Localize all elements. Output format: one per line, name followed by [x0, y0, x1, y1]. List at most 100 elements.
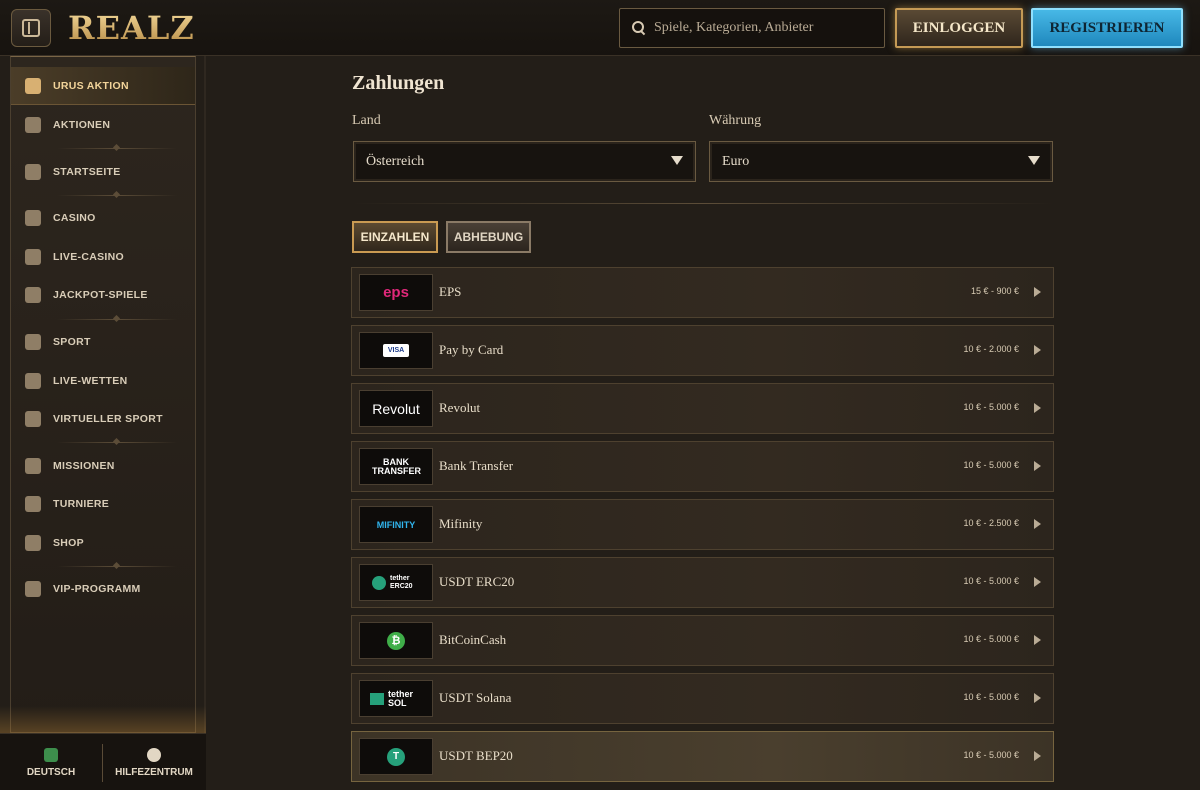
tether-icon: T	[387, 747, 405, 766]
visa-logo-text: VISA	[382, 344, 410, 357]
mifinity-logo: MIFINITY	[359, 506, 433, 543]
sidebar-item-virtueller-sport[interactable]: VIRTUELLER SPORT	[11, 400, 195, 438]
slot-machine-icon	[25, 210, 41, 226]
sidebar-item-startseite[interactable]: STARTSEITE	[11, 153, 195, 191]
sidebar-nav: URUS AKTION AKTIONEN STARTSEITE CASINO L…	[10, 56, 196, 733]
tether-bep20-logo: T	[359, 738, 433, 775]
sidebar-item-aktionen[interactable]: AKTIONEN	[11, 106, 195, 144]
payment-method-row[interactable]: ₿ BitCoinCash 10 € - 5.000 €	[351, 615, 1054, 666]
revolut-logo-text: Revolut	[372, 400, 420, 417]
payments-panel: Zahlungen Land Österreich Währung Euro E…	[206, 56, 1200, 790]
payment-method-row[interactable]: eps EPS 15 € - 900 €	[351, 267, 1054, 318]
language-label: DEUTSCH	[26, 767, 76, 778]
card-logo: VISA	[359, 332, 433, 369]
sidebar-item-turniere[interactable]: TURNIERE	[11, 485, 195, 523]
tab-withdrawal[interactable]: ABHEBUNG	[446, 221, 531, 253]
tether-erc20-logo: tether ERC20	[359, 564, 433, 601]
sidebar-item-live-wetten[interactable]: LIVE-WETTEN	[11, 362, 195, 400]
chevron-right-icon	[1034, 577, 1041, 587]
site-logo[interactable]: REALZ	[68, 10, 195, 46]
chevron-right-icon	[1034, 519, 1041, 529]
payment-method-row[interactable]: Revolut Revolut 10 € - 5.000 €	[351, 383, 1054, 434]
virtual-sport-icon	[25, 411, 41, 427]
search-icon	[632, 21, 646, 35]
sidebar-item-vip-programm[interactable]: VIP-PROGRAMM	[11, 570, 195, 608]
payment-method-range: 10 € - 5.000 €	[963, 402, 1019, 412]
eps-logo: eps	[359, 274, 433, 311]
sidebar-item-label: AKTIONEN	[53, 119, 111, 131]
medal-icon	[25, 458, 41, 474]
sidebar-item-label: VIP-PROGRAMM	[53, 583, 141, 595]
card-icon	[25, 249, 41, 265]
payment-method-name: Revolut	[439, 400, 481, 415]
payment-method-row[interactable]: BANK TRANSFER Bank Transfer 10 € - 5.000…	[351, 441, 1054, 492]
sidebar-item-label: URUS AKTION	[53, 79, 129, 92]
bank-logo-text: BANK TRANSFER	[372, 456, 421, 476]
register-button[interactable]: REGISTRIEREN	[1031, 8, 1183, 48]
search-input[interactable]	[654, 20, 874, 36]
payment-method-row[interactable]: tether SOL USDT Solana 10 € - 5.000 €	[351, 673, 1054, 724]
sidebar-item-urus-aktion[interactable]: URUS AKTION	[11, 67, 195, 105]
currency-select[interactable]: Euro	[709, 141, 1053, 182]
payment-method-range: 10 € - 5.000 €	[963, 634, 1019, 644]
sidebar-divider	[57, 442, 177, 443]
footer-divider	[102, 744, 103, 782]
podium-icon	[25, 496, 41, 512]
sidebar-item-missionen[interactable]: MISSIONEN	[11, 447, 195, 485]
sidebar-item-label: LIVE-CASINO	[53, 251, 124, 263]
section-divider	[352, 203, 1054, 204]
payment-method-range: 10 € - 2.000 €	[963, 344, 1019, 354]
sidebar-item-jackpot-spiele[interactable]: JACKPOT-SPIELE	[11, 276, 195, 314]
search-box[interactable]	[619, 8, 885, 48]
sidebar-item-label: MISSIONEN	[53, 460, 115, 472]
sidebar-item-label: JACKPOT-SPIELE	[53, 289, 148, 301]
sidebar-toggle-button[interactable]	[11, 9, 51, 47]
sidebar-item-label: SHOP	[53, 537, 84, 549]
sidebar-item-casino[interactable]: CASINO	[11, 199, 195, 237]
sidebar-footer: DEUTSCH HILFEZENTRUM	[0, 733, 206, 790]
sidebar-toggle-icon	[22, 19, 40, 37]
revolut-logo: Revolut	[359, 390, 433, 427]
country-value: Österreich	[366, 153, 425, 169]
sidebar-item-live-casino[interactable]: LIVE-CASINO	[11, 238, 195, 276]
sidebar-item-label: VIRTUELLER SPORT	[53, 413, 163, 425]
chevron-right-icon	[1034, 693, 1041, 703]
help-center-button[interactable]: HILFEZENTRUM	[112, 742, 196, 784]
bank-transfer-logo: BANK TRANSFER	[359, 448, 433, 485]
chevron-right-icon	[1034, 345, 1041, 355]
globe-icon	[44, 748, 58, 762]
payment-method-range: 15 € - 900 €	[970, 286, 1019, 296]
chevron-down-icon	[671, 156, 683, 165]
eps-logo-text: eps	[383, 284, 409, 301]
country-select[interactable]: Österreich	[353, 141, 696, 182]
sidebar-item-label: LIVE-WETTEN	[53, 375, 128, 387]
sidebar-divider	[57, 319, 177, 320]
top-header: REALZ EINLOGGEN REGISTRIEREN	[0, 0, 1200, 56]
payment-method-range: 10 € - 5.000 €	[963, 692, 1019, 702]
chevron-right-icon	[1034, 461, 1041, 471]
language-button[interactable]: DEUTSCH	[20, 742, 82, 784]
payment-method-row[interactable]: tether ERC20 USDT ERC20 10 € - 5.000 €	[351, 557, 1054, 608]
payment-method-name: USDT BEP20	[439, 748, 513, 763]
payment-method-row[interactable]: T USDT BEP20 10 € - 5.000 €	[351, 731, 1054, 782]
login-button[interactable]: EINLOGGEN	[895, 8, 1023, 48]
chat-bubble-icon	[147, 748, 161, 762]
sidebar-item-sport[interactable]: SPORT	[11, 323, 195, 361]
chevron-right-icon	[1034, 751, 1041, 761]
payment-method-name: EPS	[439, 284, 462, 299]
tab-deposit[interactable]: EINZAHLEN	[352, 221, 438, 253]
tether-solana-logo: tether SOL	[359, 680, 433, 717]
sidebar-item-shop[interactable]: SHOP	[11, 524, 195, 562]
mifinity-logo-text: MIFINITY	[376, 519, 416, 530]
payment-method-row[interactable]: MIFINITY Mifinity 10 € - 2.500 €	[351, 499, 1054, 550]
tether-sol-logo-text: tether SOL	[388, 688, 414, 708]
payment-method-name: USDT Solana	[439, 690, 512, 705]
bitcoin-cash-icon: ₿	[387, 631, 405, 650]
clover-icon	[25, 287, 41, 303]
payment-method-row[interactable]: VISA Pay by Card 10 € - 2.000 €	[351, 325, 1054, 376]
payment-method-name: Mifinity	[439, 516, 483, 531]
chevron-down-icon	[1028, 156, 1040, 165]
currency-value: Euro	[722, 153, 750, 169]
sidebar-item-label: SPORT	[53, 336, 91, 348]
bull-icon	[25, 77, 41, 94]
